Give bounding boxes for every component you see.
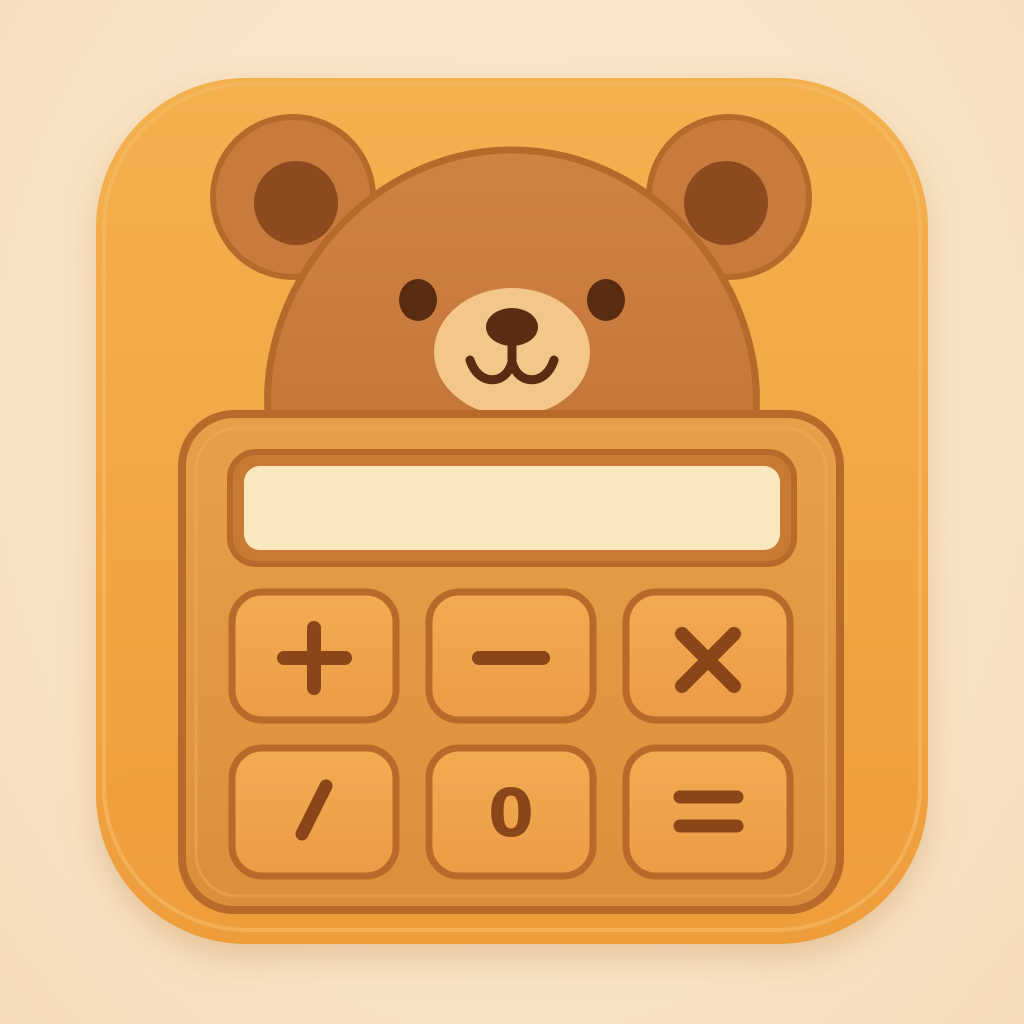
key-multiply[interactable]: [622, 588, 794, 724]
key-plus[interactable]: [228, 588, 400, 724]
app-icon-canvas: 0: [0, 0, 1024, 1024]
key-zero-label: 0: [488, 775, 534, 852]
key-equals[interactable]: [622, 744, 794, 880]
key-zero[interactable]: 0: [425, 744, 597, 880]
calculator-display: [244, 466, 780, 550]
bear-left-eye: [399, 279, 437, 321]
bear-right-eye: [587, 279, 625, 321]
key-minus[interactable]: [425, 588, 597, 724]
bear-calculator-illustration: 0: [96, 78, 928, 944]
key-divide[interactable]: [228, 744, 400, 880]
